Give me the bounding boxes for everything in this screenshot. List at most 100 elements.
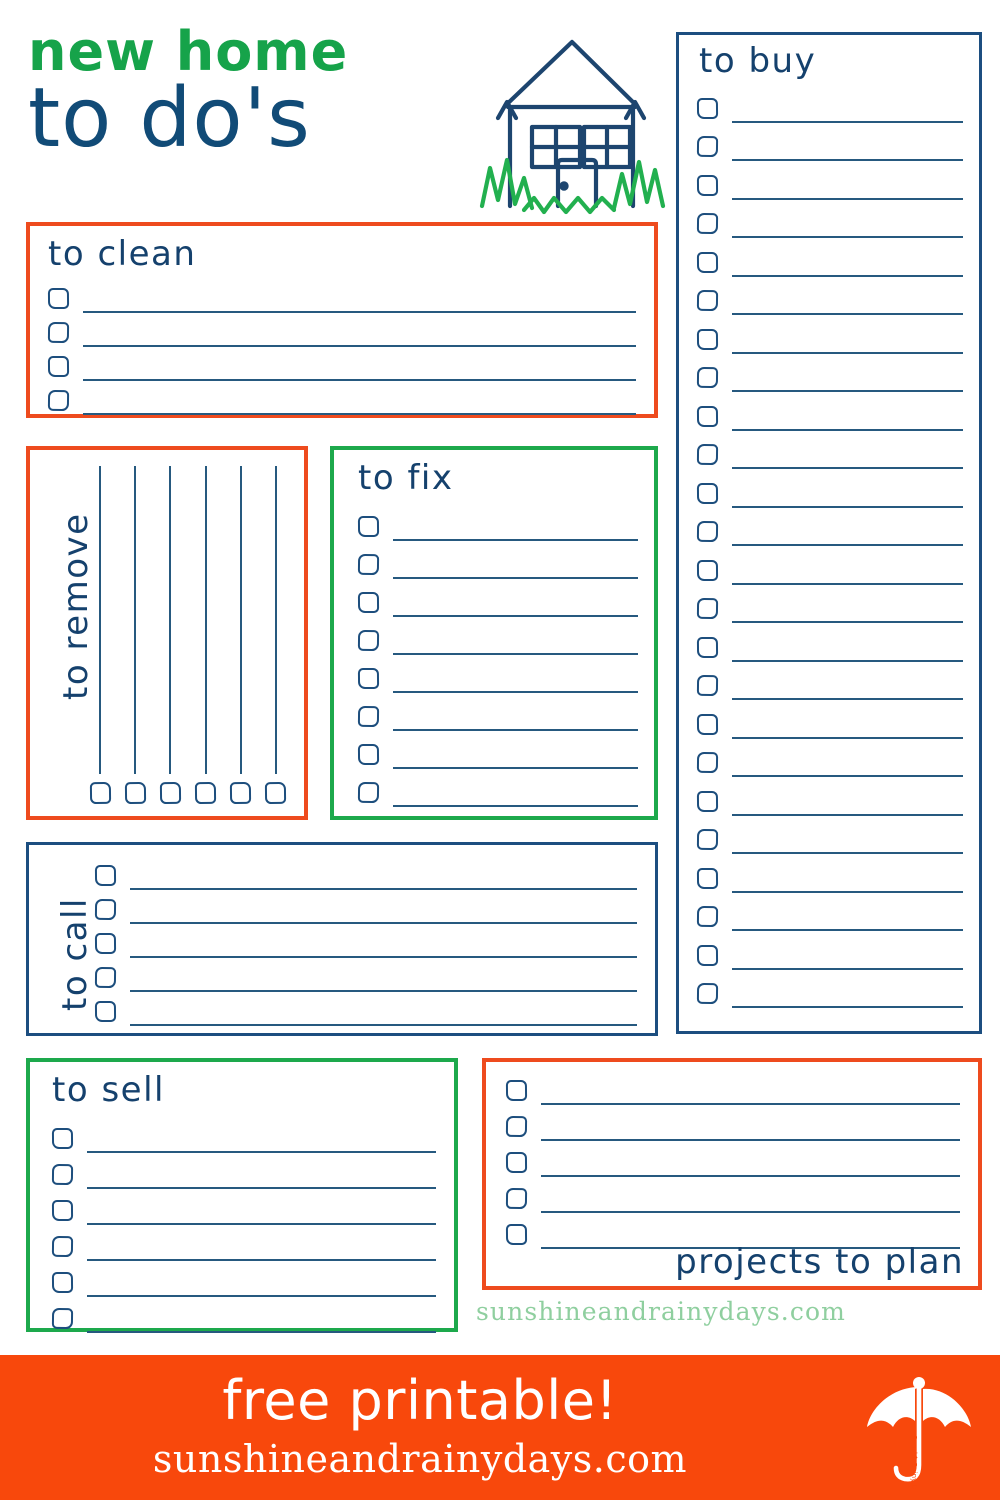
checkbox-row[interactable] <box>94 927 637 961</box>
checkbox[interactable] <box>696 405 719 427</box>
checkbox[interactable] <box>696 328 719 350</box>
write-line[interactable] <box>87 1259 436 1261</box>
checkbox[interactable] <box>47 355 70 378</box>
write-line[interactable] <box>732 775 963 777</box>
checkbox[interactable] <box>696 982 719 1005</box>
write-line[interactable] <box>393 539 638 541</box>
checkbox-row[interactable] <box>696 87 963 126</box>
vertical-write-column[interactable] <box>123 466 147 805</box>
checkbox-row[interactable] <box>94 961 637 995</box>
checkbox-row[interactable] <box>505 1180 960 1216</box>
checkbox-row[interactable] <box>696 434 963 473</box>
checkbox-row[interactable] <box>357 620 638 658</box>
checkbox-row[interactable] <box>94 859 637 893</box>
write-line[interactable] <box>732 159 963 161</box>
checkbox[interactable] <box>51 1271 74 1294</box>
checkbox-row[interactable] <box>47 350 636 384</box>
write-line[interactable] <box>541 1139 960 1141</box>
checkbox-row[interactable] <box>696 549 963 588</box>
checkbox[interactable] <box>696 674 719 697</box>
checkbox[interactable] <box>696 251 719 273</box>
vertical-write-column[interactable] <box>88 466 112 805</box>
checkbox-row[interactable] <box>51 1228 436 1264</box>
section-to-clean[interactable]: to clean <box>26 222 658 418</box>
checkbox[interactable] <box>94 898 117 921</box>
checkbox[interactable] <box>505 1115 528 1138</box>
checkbox-row[interactable] <box>696 780 963 819</box>
checkbox-row[interactable] <box>696 626 963 665</box>
checkbox-row[interactable] <box>505 1072 960 1108</box>
checkbox[interactable] <box>696 366 719 389</box>
checkbox-row[interactable] <box>505 1144 960 1180</box>
vertical-write-line[interactable] <box>239 466 242 774</box>
checkbox[interactable] <box>94 864 117 887</box>
checkbox[interactable] <box>696 751 719 774</box>
section-to-buy[interactable]: to buy <box>676 32 982 1034</box>
checkbox[interactable] <box>505 1223 528 1246</box>
checkbox-row[interactable] <box>505 1108 960 1144</box>
vertical-write-column[interactable] <box>229 466 253 805</box>
checkbox[interactable] <box>357 705 380 728</box>
checkbox-row[interactable] <box>357 734 638 772</box>
write-line[interactable] <box>732 967 963 970</box>
checkbox-row[interactable] <box>51 1300 436 1336</box>
checkbox[interactable] <box>47 321 70 344</box>
checkbox[interactable] <box>505 1079 528 1102</box>
write-line[interactable] <box>87 1187 436 1189</box>
checkbox[interactable] <box>51 1235 74 1258</box>
vertical-write-column[interactable] <box>158 466 182 805</box>
checkbox[interactable] <box>696 289 719 312</box>
checkbox[interactable] <box>696 790 719 812</box>
checkbox-row[interactable] <box>696 588 963 627</box>
checkbox[interactable] <box>696 713 719 735</box>
checkbox[interactable] <box>696 828 719 851</box>
write-line[interactable] <box>83 311 636 313</box>
checkbox[interactable] <box>696 443 719 466</box>
write-line[interactable] <box>732 390 963 392</box>
write-line[interactable] <box>541 1103 960 1105</box>
checkbox-row[interactable] <box>696 896 963 935</box>
checkbox[interactable] <box>357 629 380 652</box>
checkbox-row[interactable] <box>94 893 637 927</box>
write-line[interactable] <box>732 428 963 431</box>
write-line[interactable] <box>732 236 963 238</box>
write-line[interactable] <box>541 1175 960 1177</box>
write-line[interactable] <box>732 544 963 546</box>
write-line[interactable] <box>393 691 638 693</box>
checkbox[interactable] <box>357 553 380 576</box>
write-line[interactable] <box>130 1024 637 1026</box>
write-line[interactable] <box>393 615 638 617</box>
checkbox-row[interactable] <box>47 282 636 316</box>
checkbox[interactable] <box>696 597 719 620</box>
checkbox[interactable] <box>357 781 380 804</box>
checkbox-row[interactable] <box>696 357 963 396</box>
checkbox[interactable] <box>357 515 380 538</box>
checkbox-row[interactable] <box>357 544 638 582</box>
checkbox-row[interactable] <box>47 384 636 418</box>
section-to-remove[interactable]: to remove <box>26 446 308 820</box>
write-line[interactable] <box>393 729 638 731</box>
checkbox-row[interactable] <box>696 742 963 781</box>
checkbox-row[interactable] <box>357 658 638 696</box>
vertical-write-line[interactable] <box>99 466 101 774</box>
write-line[interactable] <box>732 621 963 623</box>
checkbox[interactable] <box>696 905 719 928</box>
write-line[interactable] <box>732 313 963 315</box>
checkbox[interactable] <box>505 1187 528 1210</box>
checkbox[interactable] <box>696 482 719 504</box>
write-line[interactable] <box>732 582 963 585</box>
write-line[interactable] <box>130 956 637 958</box>
section-to-call[interactable]: to call <box>26 842 658 1036</box>
section-to-sell[interactable]: to sell <box>26 1058 458 1333</box>
checkbox-row[interactable] <box>696 318 963 357</box>
checkbox[interactable] <box>357 743 380 766</box>
checkbox[interactable] <box>94 1000 117 1023</box>
write-line[interactable] <box>732 467 963 469</box>
checkbox[interactable] <box>51 1163 74 1186</box>
vertical-write-column[interactable] <box>264 466 288 805</box>
write-line[interactable] <box>732 852 963 854</box>
write-line[interactable] <box>541 1211 960 1213</box>
checkbox[interactable] <box>696 867 719 889</box>
write-line[interactable] <box>87 1331 436 1333</box>
write-line[interactable] <box>83 379 636 381</box>
